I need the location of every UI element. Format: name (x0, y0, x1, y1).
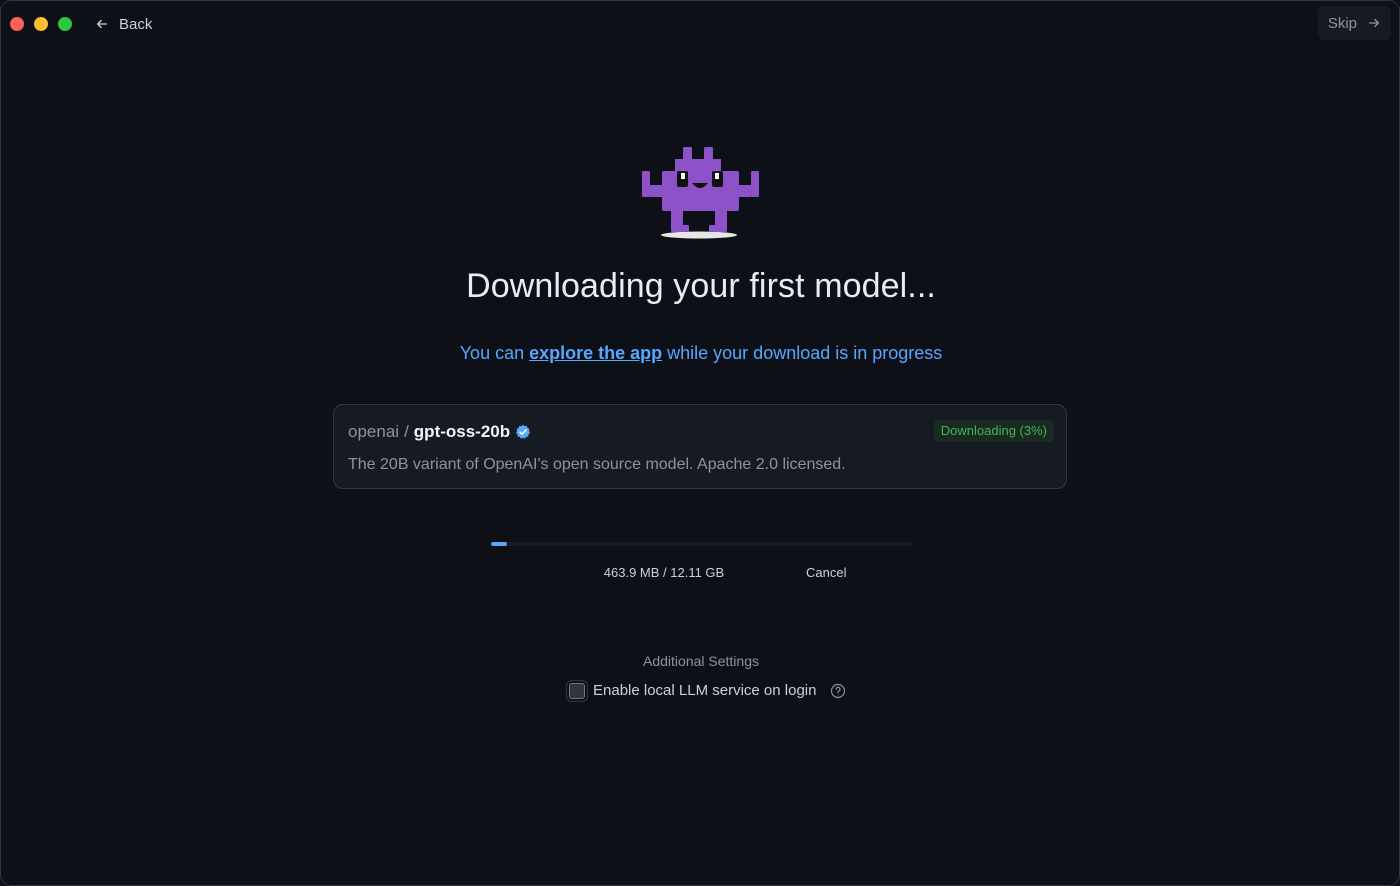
enable-service-checkbox[interactable] (569, 682, 585, 699)
back-button[interactable]: Back (89, 13, 158, 35)
question-circle-icon[interactable] (830, 683, 846, 699)
subtitle-suffix: while your download is in progress (662, 343, 943, 363)
verified-badge-icon (516, 424, 531, 439)
arrow-left-icon (96, 19, 108, 29)
download-progress-bar (491, 542, 911, 546)
explore-app-link[interactable]: explore the app (529, 343, 662, 363)
skip-button[interactable]: Skip (1317, 6, 1391, 40)
page-title: Downloading your first model... (466, 267, 936, 305)
enable-service-setting: Enable local LLM service on login (566, 682, 846, 699)
app-window: Back Skip Downloading your first model..… (0, 0, 1400, 886)
cancel-download-button[interactable]: Cancel (797, 565, 855, 580)
window-controls (10, 17, 72, 31)
model-name: gpt-oss-20b (413, 422, 511, 441)
model-card: openai / gpt-oss-20b Downloading (3%) Th… (333, 404, 1067, 489)
model-description: The 20B variant of OpenAI's open source … (348, 456, 846, 473)
additional-settings-heading: Additional Settings (643, 653, 759, 669)
skip-label: Skip (1327, 14, 1357, 32)
close-window-button[interactable] (10, 17, 24, 31)
status-badge: Downloading (3%) (933, 420, 1054, 442)
minimize-window-button[interactable] (34, 17, 48, 31)
subtitle-prefix: You can (459, 343, 530, 363)
enable-service-label[interactable]: Enable local LLM service on login (593, 682, 816, 699)
robot-mascot-logo (642, 147, 759, 239)
download-size-text: 463.9 MB / 12.11 GB (603, 565, 725, 580)
back-label: Back (119, 15, 153, 33)
arrow-right-icon (1368, 18, 1380, 28)
model-title: openai / gpt-oss-20b (348, 422, 531, 442)
subtitle: You can explore the app while your downl… (1, 343, 1399, 364)
model-separator: / (404, 422, 409, 441)
maximize-window-button[interactable] (58, 17, 72, 31)
download-progress-fill (491, 542, 507, 546)
model-org: openai (348, 422, 400, 441)
